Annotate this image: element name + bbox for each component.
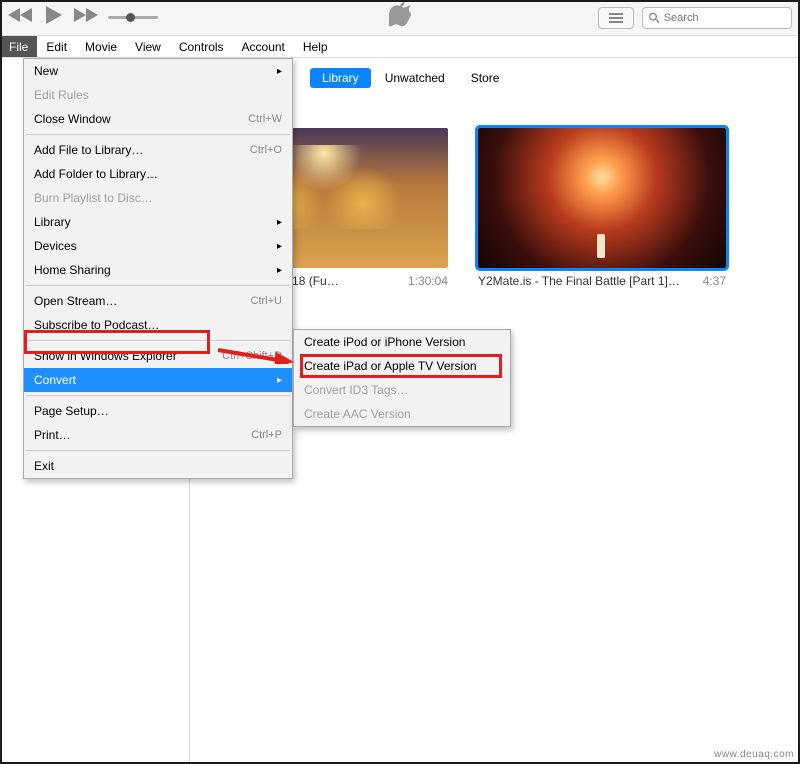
menu-new[interactable]: New▸ bbox=[24, 59, 292, 83]
menu-create-ipad[interactable]: Create iPad or Apple TV Version bbox=[294, 354, 510, 378]
menu-exit[interactable]: Exit bbox=[24, 454, 292, 478]
search-icon bbox=[649, 12, 660, 24]
chevron-right-icon: ▸ bbox=[277, 66, 282, 77]
video-duration: 1:30:04 bbox=[408, 274, 448, 288]
menubar-movie[interactable]: Movie bbox=[76, 36, 126, 57]
video-duration: 4:37 bbox=[703, 274, 726, 288]
menu-edit-rules: Edit Rules bbox=[24, 83, 292, 107]
video-thumbnail bbox=[478, 128, 726, 268]
chevron-right-icon: ▸ bbox=[277, 217, 282, 228]
annotation-arrow-icon bbox=[216, 336, 294, 364]
player-toolbar bbox=[0, 0, 800, 36]
watermark: www.deuaq.com bbox=[714, 749, 794, 760]
previous-track-button[interactable] bbox=[8, 6, 36, 29]
menu-close-window[interactable]: Close WindowCtrl+W bbox=[24, 107, 292, 131]
tab-store[interactable]: Store bbox=[459, 68, 512, 88]
search-input[interactable] bbox=[664, 12, 785, 24]
tab-library[interactable]: Library bbox=[310, 68, 371, 88]
menu-add-folder[interactable]: Add Folder to Library… bbox=[24, 162, 292, 186]
menu-open-stream[interactable]: Open Stream…Ctrl+U bbox=[24, 289, 292, 313]
menu-create-aac: Create AAC Version bbox=[294, 402, 510, 426]
volume-slider[interactable] bbox=[108, 16, 158, 19]
tab-unwatched[interactable]: Unwatched bbox=[373, 68, 457, 88]
chevron-right-icon: ▸ bbox=[277, 265, 282, 276]
next-track-button[interactable] bbox=[70, 6, 98, 29]
chevron-right-icon: ▸ bbox=[277, 241, 282, 252]
menu-library[interactable]: Library▸ bbox=[24, 210, 292, 234]
menubar-account[interactable]: Account bbox=[233, 36, 294, 57]
menu-print[interactable]: Print…Ctrl+P bbox=[24, 423, 292, 447]
menubar-help[interactable]: Help bbox=[294, 36, 337, 57]
video-item[interactable]: Y2Mate.is - The Final Battle [Part 1]… 4… bbox=[478, 128, 726, 288]
menu-devices[interactable]: Devices▸ bbox=[24, 234, 292, 258]
menu-convert[interactable]: Convert▸ bbox=[24, 368, 292, 392]
apple-logo-icon bbox=[389, 2, 411, 33]
menu-add-file[interactable]: Add File to Library…Ctrl+O bbox=[24, 138, 292, 162]
play-button[interactable] bbox=[42, 4, 64, 31]
menubar: File Edit Movie View Controls Account He… bbox=[0, 36, 800, 58]
menu-home-sharing[interactable]: Home Sharing▸ bbox=[24, 258, 292, 282]
menu-burn-playlist: Burn Playlist to Disc… bbox=[24, 186, 292, 210]
search-field[interactable] bbox=[642, 7, 792, 29]
menubar-file[interactable]: File bbox=[0, 36, 37, 57]
menu-subscribe-podcast[interactable]: Subscribe to Podcast… bbox=[24, 313, 292, 337]
convert-submenu: Create iPod or iPhone Version Create iPa… bbox=[293, 329, 511, 427]
menubar-edit[interactable]: Edit bbox=[37, 36, 76, 57]
menubar-view[interactable]: View bbox=[126, 36, 170, 57]
chevron-right-icon: ▸ bbox=[277, 375, 282, 386]
list-view-button[interactable] bbox=[598, 7, 634, 29]
menubar-controls[interactable]: Controls bbox=[170, 36, 233, 57]
video-title: Y2Mate.is - The Final Battle [Part 1]… bbox=[478, 274, 680, 288]
file-menu-dropdown: New▸ Edit Rules Close WindowCtrl+W Add F… bbox=[23, 58, 293, 479]
menu-create-ipod[interactable]: Create iPod or iPhone Version bbox=[294, 330, 510, 354]
menu-page-setup[interactable]: Page Setup… bbox=[24, 399, 292, 423]
menu-convert-id3: Convert ID3 Tags… bbox=[294, 378, 510, 402]
